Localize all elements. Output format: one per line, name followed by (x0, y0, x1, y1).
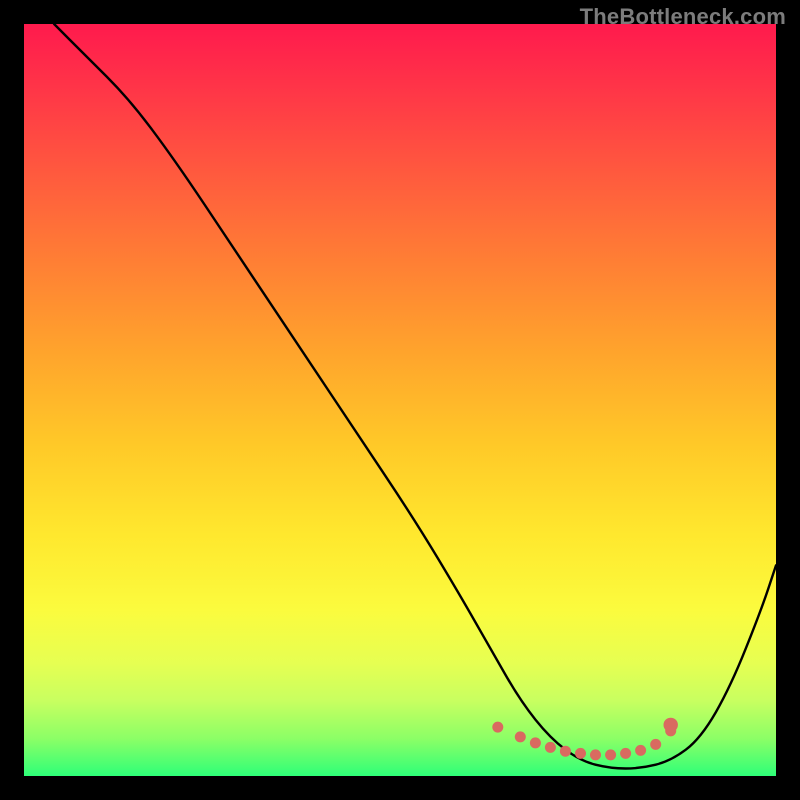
basin-marker (545, 742, 556, 753)
basin-end-marker (664, 718, 678, 732)
basin-marker (590, 749, 601, 760)
chart-outer-frame: TheBottleneck.com (0, 0, 800, 800)
basin-marker (635, 745, 646, 756)
basin-marker (560, 746, 571, 757)
basin-marker (530, 737, 541, 748)
chart-plot-area (24, 24, 776, 776)
basin-marker (605, 749, 616, 760)
chart-svg (24, 24, 776, 776)
basin-marker (620, 748, 631, 759)
bottleneck-curve (54, 24, 776, 769)
basin-marker (492, 722, 503, 733)
basin-marker (575, 748, 586, 759)
basin-marker (515, 731, 526, 742)
basin-marker (650, 739, 661, 750)
basin-markers (492, 722, 676, 761)
